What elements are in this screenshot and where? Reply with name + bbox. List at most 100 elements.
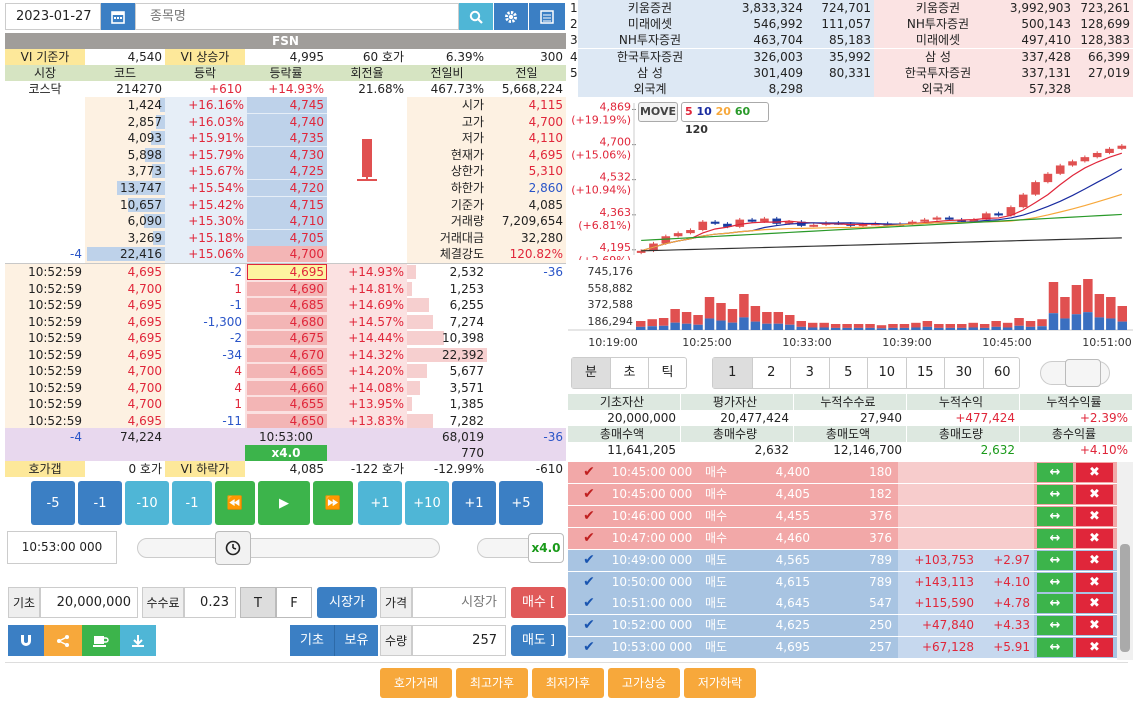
volume-bar-up (796, 321, 806, 327)
back-5-button[interactable]: -5 (31, 481, 75, 525)
footer-button-1[interactable]: 호가거래 (380, 668, 452, 698)
interval-tab-30[interactable]: 30 (944, 358, 983, 388)
coffee-button[interactable] (82, 625, 120, 656)
trade-swap-button[interactable]: ↔ (1037, 506, 1073, 526)
market-price-button[interactable]: 시장가 (317, 587, 377, 618)
period-tab-1[interactable]: 분 (572, 358, 610, 388)
back-10-button[interactable]: -10 (125, 481, 169, 525)
footer-button-3[interactable]: 최저가후 (532, 668, 604, 698)
download-button[interactable] (120, 625, 156, 656)
trade-swap-button[interactable]: ↔ (1037, 572, 1073, 592)
trade-delete-button[interactable]: ✖ (1076, 572, 1113, 592)
interval-tab-5[interactable]: 5 (828, 358, 868, 388)
calendar-button[interactable] (101, 3, 135, 30)
trade-swap-button[interactable]: ↔ (1037, 484, 1073, 504)
base-amount-input[interactable]: 20,000,000 (40, 587, 138, 618)
trade-check-icon[interactable]: ✔ (573, 593, 605, 614)
interval-tab-2[interactable]: 2 (751, 358, 791, 388)
rewind-button[interactable]: ⏪ (215, 481, 255, 525)
trade-swap-button[interactable]: ↔ (1037, 550, 1073, 570)
f-toggle[interactable]: F (276, 587, 312, 618)
footer-button-2[interactable]: 최고가후 (456, 668, 528, 698)
totals-time: 10:53:00 (259, 430, 313, 444)
list-button[interactable] (529, 3, 565, 30)
trade-delete-button[interactable]: ✖ (1076, 528, 1113, 548)
stock-search-input[interactable] (135, 3, 459, 30)
tick-change: 1 (234, 397, 242, 411)
interval-tab-15[interactable]: 15 (905, 358, 945, 388)
trade-delete-button[interactable]: ✖ (1076, 506, 1113, 526)
footer-button-4[interactable]: 고가상승 (608, 668, 680, 698)
back-1b-button[interactable]: -1 (172, 481, 212, 525)
candle-body (1068, 161, 1077, 166)
trade-swap-button[interactable]: ↔ (1037, 616, 1073, 636)
trade-delete-button[interactable]: ✖ (1076, 484, 1113, 504)
trade-check-icon[interactable]: ✔ (573, 550, 605, 571)
volume-bar-up (888, 324, 898, 328)
tick-bid-price: 4,675 (289, 331, 324, 345)
search-button[interactable] (459, 3, 493, 30)
interval-tab-1[interactable]: 1 (713, 358, 752, 388)
buy-button[interactable]: 매수 [ (511, 587, 566, 618)
qty-input[interactable]: 257 (412, 625, 506, 656)
trade-check-icon[interactable]: ✔ (573, 484, 605, 505)
chart-toggle-handle[interactable] (1065, 359, 1101, 387)
interval-tab-60[interactable]: 60 (982, 358, 1022, 388)
broker-sell-amount: 3,833,324 (722, 0, 806, 16)
gap-value: 0 호가 (128, 462, 162, 476)
replay-time-field[interactable]: 10:53:00 000 (7, 531, 117, 564)
back-1-button[interactable]: -1 (78, 481, 122, 525)
settings-button[interactable] (494, 3, 528, 30)
fee-input[interactable]: 0.23 (184, 587, 236, 618)
trade-scrollbar-thumb[interactable] (1120, 544, 1130, 652)
forward-5-button[interactable]: +5 (499, 481, 543, 525)
trade-check-icon[interactable]: ✔ (573, 637, 605, 658)
col-header: 회전율 (350, 66, 384, 80)
trade-check-icon[interactable]: ✔ (573, 572, 605, 593)
volume-bar-up (957, 324, 967, 328)
trade-delete-button[interactable]: ✖ (1076, 594, 1113, 614)
trade-delete-button[interactable]: ✖ (1076, 550, 1113, 570)
play-button[interactable]: ▶ (258, 481, 310, 525)
fast-forward-button[interactable]: ⏩ (313, 481, 353, 525)
sell-button[interactable]: 매도 ] (511, 625, 566, 656)
period-tab-3[interactable]: 틱 (648, 358, 686, 388)
info-prev-ratio: 467.73% (430, 82, 484, 96)
speed-slider-handle[interactable]: x4.0 (528, 533, 564, 563)
holdings-button[interactable]: 보유 (334, 625, 378, 656)
trade-check-icon[interactable]: ✔ (573, 506, 605, 527)
period-tab-2[interactable]: 초 (610, 358, 648, 388)
footer-button-5[interactable]: 저가하락 (684, 668, 756, 698)
ask-row: 4,093 +15.91% 4,735 저가 4,110 (5, 130, 566, 147)
interval-tab-3[interactable]: 3 (790, 358, 829, 388)
date-field[interactable]: 2023-01-27 (5, 3, 101, 30)
trade-check-icon[interactable]: ✔ (573, 528, 605, 549)
forward-1-button[interactable]: +1 (358, 481, 402, 525)
trade-scrollbar[interactable] (1117, 462, 1133, 660)
tick-change: -2 (230, 331, 242, 345)
trade-check-icon[interactable]: ✔ (573, 462, 605, 483)
trade-swap-button[interactable]: ↔ (1037, 463, 1073, 482)
t-toggle[interactable]: T (240, 587, 276, 618)
interval-tab-10[interactable]: 10 (867, 358, 906, 388)
trade-delete-button[interactable]: ✖ (1076, 463, 1113, 482)
chart-toggle[interactable] (1040, 359, 1110, 387)
info-row: 코스닥 214270 +610 +14.93% 21.68% 467.73% 5… (5, 81, 566, 97)
trade-check-icon[interactable]: ✔ (573, 615, 605, 636)
base-reset-button[interactable]: 기초 (290, 625, 334, 656)
magnet-button[interactable] (8, 625, 44, 656)
trade-swap-button[interactable]: ↔ (1037, 594, 1073, 614)
trade-time: 10:53:00 000 (611, 640, 693, 655)
vi-hoga: 60 호가 (362, 50, 404, 64)
trade-pnl (898, 464, 978, 480)
trade-swap-button[interactable]: ↔ (1037, 528, 1073, 548)
replay-slider-handle[interactable] (215, 531, 251, 565)
price-input[interactable] (412, 587, 506, 618)
trade-swap-button[interactable]: ↔ (1037, 638, 1073, 658)
forward-1b-button[interactable]: +1 (452, 481, 496, 525)
share-button[interactable] (44, 625, 82, 656)
forward-10-button[interactable]: +10 (405, 481, 449, 525)
replay-slider-track[interactable] (137, 538, 440, 558)
trade-delete-button[interactable]: ✖ (1076, 616, 1113, 636)
trade-delete-button[interactable]: ✖ (1076, 638, 1113, 658)
